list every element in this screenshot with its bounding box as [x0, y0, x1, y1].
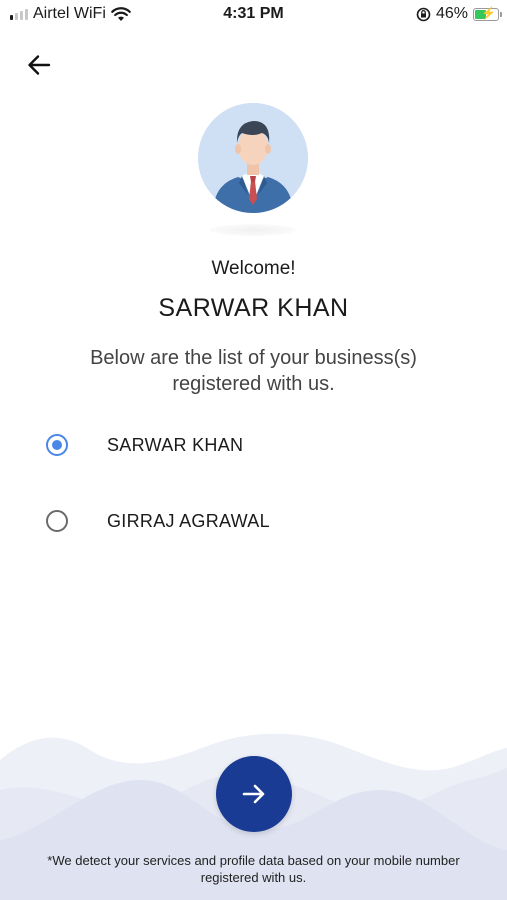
battery-percent: 46%	[435, 5, 468, 22]
next-button[interactable]	[216, 756, 292, 832]
user-name: SARWAR KHAN	[158, 294, 349, 322]
arrow-left-icon	[28, 55, 51, 75]
welcome-text: Welcome!	[211, 258, 296, 279]
radio-selected-icon[interactable]	[46, 434, 68, 456]
business-option[interactable]: SARWAR KHAN	[46, 428, 466, 504]
business-option[interactable]: GIRRAJ AGRAWAL	[46, 504, 466, 580]
business-list-description: Below are the list of your business(s) r…	[90, 347, 417, 395]
status-bar-right: 46% ⚡	[416, 5, 502, 23]
footnote: *We detect your services and profile dat…	[47, 853, 460, 885]
avatar-shadow	[210, 224, 296, 236]
businessman-avatar	[198, 103, 308, 213]
arrow-right-icon	[242, 784, 265, 804]
battery-charging-icon: ⚡	[473, 6, 502, 21]
business-label: GIRRAJ AGRAWAL	[107, 511, 270, 531]
business-label: SARWAR KHAN	[107, 435, 244, 455]
radio-unselected-icon[interactable]	[46, 510, 68, 532]
status-bar: Airtel WiFi 4:31 PM 46% ⚡	[0, 0, 507, 30]
orientation-lock-icon	[416, 7, 431, 21]
business-list: SARWAR KHAN GIRRAJ AGRAWAL	[46, 428, 466, 580]
back-button[interactable]	[24, 50, 54, 80]
